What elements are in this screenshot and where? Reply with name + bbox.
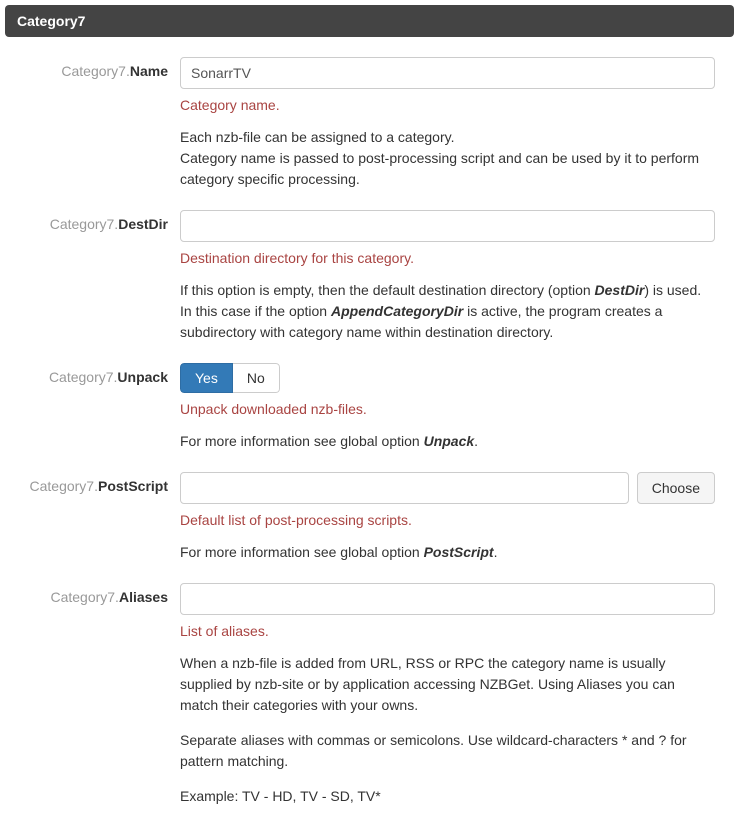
row-unpack: Category7.Unpack Yes No Unpack downloade… <box>5 363 734 452</box>
name-desc: Each nzb-file can be assigned to a categ… <box>180 127 715 190</box>
aliases-input[interactable] <box>180 583 715 615</box>
aliases-desc2: Separate aliases with commas or semicolo… <box>180 730 715 772</box>
label-postscript: Category7.PostScript <box>5 472 180 563</box>
section-title: Category7 <box>17 13 85 29</box>
label-unpack: Category7.Unpack <box>5 363 180 452</box>
name-hint: Category name. <box>180 97 715 113</box>
aliases-desc1: When a nzb-file is added from URL, RSS o… <box>180 653 715 716</box>
row-aliases: Category7.Aliases List of aliases. When … <box>5 583 734 807</box>
choose-button[interactable]: Choose <box>637 472 715 504</box>
row-postscript: Category7.PostScript Choose Default list… <box>5 472 734 563</box>
label-name: Category7.Name <box>5 57 180 190</box>
unpack-hint: Unpack downloaded nzb-files. <box>180 401 715 417</box>
unpack-toggle: Yes No <box>180 363 280 393</box>
section-header: Category7 <box>5 5 734 37</box>
postscript-hint: Default list of post-processing scripts. <box>180 512 715 528</box>
postscript-input[interactable] <box>180 472 629 504</box>
row-destdir: Category7.DestDir Destination directory … <box>5 210 734 343</box>
destdir-desc: If this option is empty, then the defaul… <box>180 280 715 343</box>
label-destdir: Category7.DestDir <box>5 210 180 343</box>
unpack-no-button[interactable]: No <box>233 363 280 393</box>
row-name: Category7.Name Category name. Each nzb-f… <box>5 57 734 190</box>
unpack-yes-button[interactable]: Yes <box>180 363 233 393</box>
name-input[interactable] <box>180 57 715 89</box>
aliases-hint: List of aliases. <box>180 623 715 639</box>
unpack-desc: For more information see global option U… <box>180 431 715 452</box>
postscript-desc: For more information see global option P… <box>180 542 715 563</box>
label-aliases: Category7.Aliases <box>5 583 180 807</box>
destdir-hint: Destination directory for this category. <box>180 250 715 266</box>
aliases-desc3: Example: TV - HD, TV - SD, TV* <box>180 786 715 807</box>
destdir-input[interactable] <box>180 210 715 242</box>
